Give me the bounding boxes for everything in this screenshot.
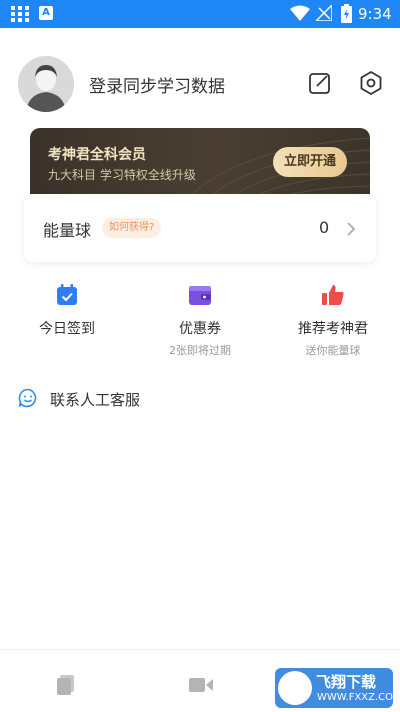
activate-now-button[interactable]: 立即开通 <box>273 147 347 177</box>
edit-icon[interactable] <box>308 71 332 95</box>
video-tab-icon[interactable] <box>189 677 213 693</box>
watermark-title: 飞翔下载 <box>316 673 377 691</box>
battery-charging-icon <box>341 4 352 23</box>
no-signal-icon <box>316 5 332 21</box>
coupon-label: 优惠券 <box>179 321 221 337</box>
recommend-app-button[interactable]: 推荐考神君 送你能量球 <box>273 282 393 358</box>
book-tab-icon[interactable] <box>56 674 76 696</box>
watermark-logo: 飞翔下载 WWW.FXXZ.COM <box>275 668 400 708</box>
coupon-button[interactable]: 优惠券 2张即将过期 <box>140 282 260 358</box>
recommend-label: 推荐考神君 <box>298 321 368 337</box>
default-avatar-icon <box>18 56 74 112</box>
daily-checkin-button[interactable]: 今日签到 <box>7 282 127 338</box>
app-grid-icon <box>11 6 29 22</box>
status-time: 9:34 <box>358 5 392 23</box>
login-prompt[interactable]: 登录同步学习数据 <box>89 72 225 97</box>
daily-checkin-label: 今日签到 <box>39 321 95 337</box>
chevron-right-icon <box>347 222 356 236</box>
calendar-icon <box>57 284 77 305</box>
smile-chat-icon <box>18 388 37 408</box>
energy-ball-count: 0 <box>319 218 330 237</box>
a-notification-icon: A <box>39 6 53 20</box>
watermark-logo-icon <box>278 671 312 705</box>
status-bar: A 9:34 <box>0 0 400 28</box>
energy-ball-label: 能量球 <box>43 221 92 240</box>
wifi-icon <box>290 5 310 21</box>
recommend-sub: 送你能量球 <box>305 344 361 357</box>
avatar[interactable] <box>18 56 74 112</box>
customer-service-link[interactable]: 联系人工客服 <box>50 389 140 410</box>
energy-ball-row[interactable]: 能量球 如何获得? 0 <box>24 194 376 262</box>
watermark-url: WWW.FXXZ.COM <box>317 692 400 703</box>
vip-subtitle: 九大科目 学习特权全线升级 <box>48 168 196 182</box>
thumbs-up-icon <box>322 285 344 305</box>
vip-title: 考神君全科会员 <box>48 147 146 163</box>
how-to-get-tag[interactable]: 如何获得? <box>102 218 162 238</box>
wallet-coupon-icon <box>189 286 211 305</box>
settings-icon[interactable] <box>357 69 385 97</box>
coupon-sub: 2张即将过期 <box>169 344 231 357</box>
